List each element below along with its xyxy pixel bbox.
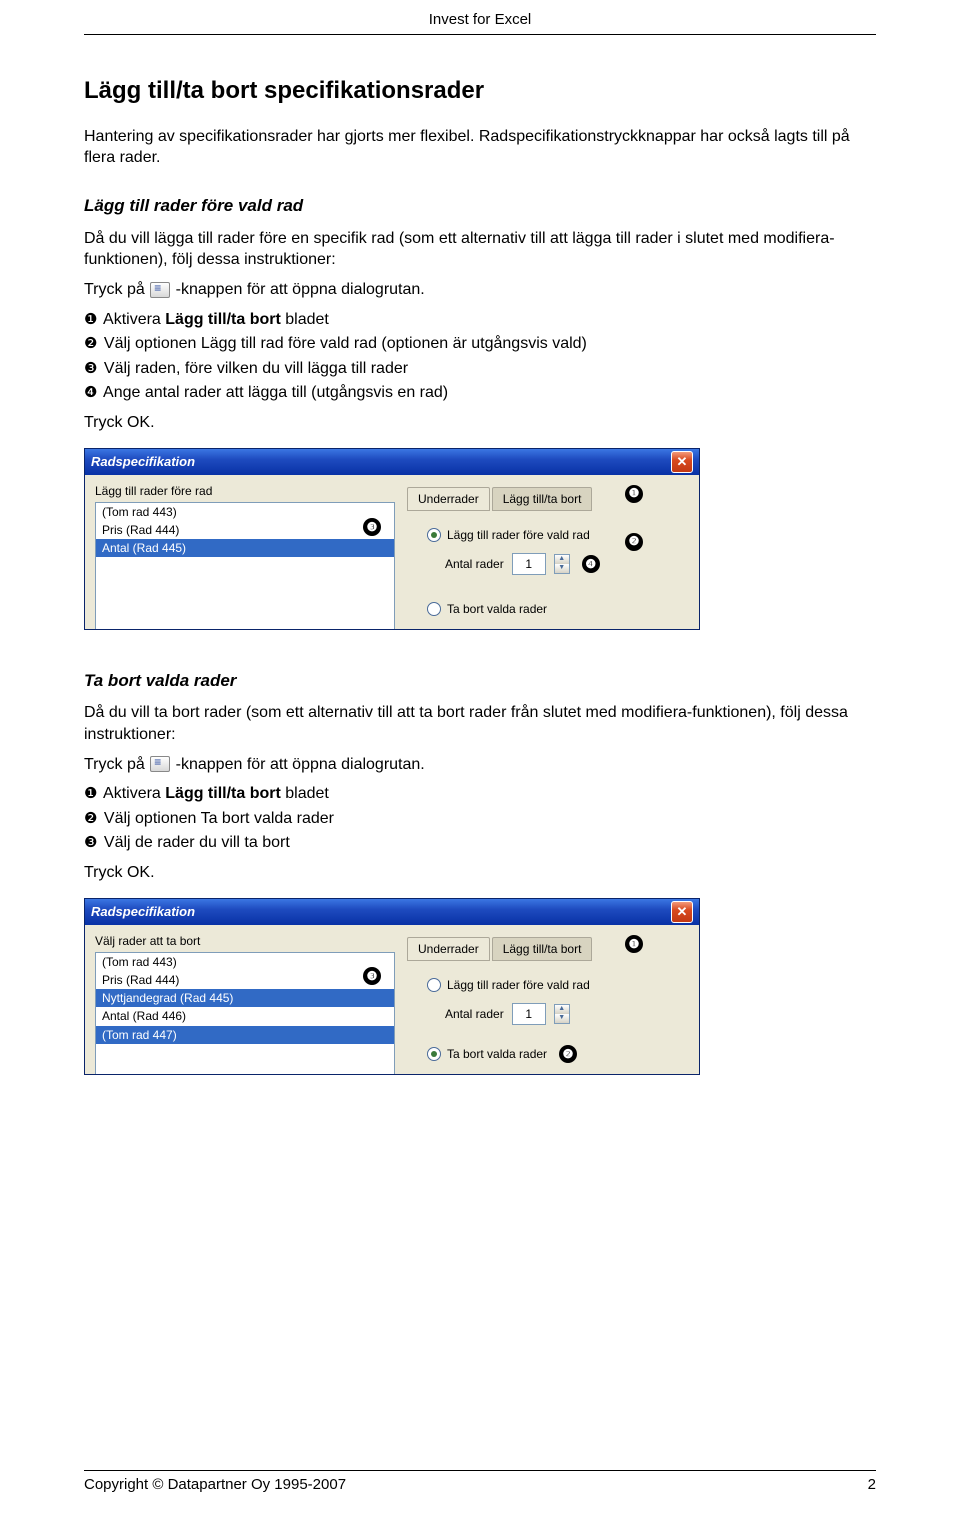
list-item[interactable]: Nyttjandegrad (Rad 445): [96, 989, 394, 1007]
radio-add-before[interactable]: Lägg till rader före vald rad: [427, 977, 689, 993]
step-3-text: Välj raden, före vilken du vill lägga ti…: [104, 360, 408, 377]
callout-2: ❷: [625, 533, 643, 551]
section1-para: Då du vill lägga till rader före en spec…: [84, 228, 876, 271]
close-icon[interactable]: ✕: [671, 451, 693, 473]
bullet-1: ❶: [84, 310, 97, 330]
page-footer: Copyright © Datapartner Oy 1995-2007 2: [84, 1470, 876, 1495]
step-4: ❹ Ange antal rader att lägga till (utgån…: [84, 382, 876, 404]
radio-add-label: Lägg till rader före vald rad: [447, 527, 590, 543]
list-icon: [150, 756, 170, 772]
tab-underrader[interactable]: Underrader: [407, 487, 490, 511]
tab-lagg-till[interactable]: Lägg till/ta bort: [492, 487, 593, 511]
header-rule: [84, 34, 876, 35]
callout-4: ❹: [582, 555, 600, 573]
radio-delete[interactable]: Ta bort valda rader ❷: [427, 1045, 689, 1063]
step-1: ❶ Aktivera Lägg till/ta bort bladet: [84, 783, 876, 805]
list-item[interactable]: (Tom rad 443): [96, 953, 394, 971]
rows-listbox[interactable]: (Tom rad 443) Pris (Rad 444) Nyttjandegr…: [95, 952, 395, 1075]
page-number: 2: [868, 1475, 876, 1495]
step-3-text: Välj de rader du vill ta bort: [104, 834, 290, 851]
section2-press-line: Tryck på -knappen för att öppna dialogru…: [84, 754, 876, 776]
radio-delete-label: Ta bort valda rader: [447, 1046, 547, 1062]
radio-add-before[interactable]: Lägg till rader före vald rad: [427, 527, 689, 543]
radio-dot-icon: [427, 1047, 441, 1061]
spinner-buttons[interactable]: ▲▼: [554, 1004, 570, 1024]
step-1-bold: Lägg till/ta bort: [165, 785, 281, 802]
list-icon: [150, 282, 170, 298]
antal-label: Antal rader: [445, 1006, 504, 1022]
list-item[interactable]: (Tom rad 447): [96, 1026, 394, 1044]
tab-lagg-till[interactable]: Lägg till/ta bort: [492, 937, 593, 961]
step-4-text: Ange antal rader att lägga till (utgångs…: [103, 384, 448, 401]
press-prefix: Tryck på: [84, 281, 149, 298]
callout-3: ❸: [363, 967, 381, 985]
dialog-radspec-2: Radspecifikation ✕ Välj rader att ta bor…: [84, 898, 700, 1075]
callout-1: ❶: [625, 485, 643, 503]
section2-para: Då du vill ta bort rader (som ett altern…: [84, 702, 876, 745]
step-1b: bladet: [281, 785, 329, 802]
bullet-2: ❷: [84, 334, 97, 354]
callout-3: ❸: [363, 518, 381, 536]
callout-1: ❶: [625, 935, 643, 953]
rows-listbox[interactable]: (Tom rad 443) Pris (Rad 444) Antal (Rad …: [95, 502, 395, 630]
bullet-2: ❷: [84, 809, 97, 829]
dialog-title: Radspecifikation: [91, 453, 195, 471]
list-item[interactable]: Antal (Rad 445): [96, 539, 394, 557]
step-1: ❶ Aktivera Lägg till/ta bort bladet: [84, 309, 876, 331]
antal-input[interactable]: 1: [512, 553, 546, 575]
list-item[interactable]: Pris (Rad 444): [96, 971, 394, 989]
dialog-radspec-1: Radspecifikation ✕ Lägg till rader före …: [84, 448, 700, 630]
section1-press-line: Tryck på -knappen för att öppna dialogru…: [84, 279, 876, 301]
listbox-label: Lägg till rader före rad: [95, 483, 395, 499]
radio-add-label: Lägg till rader före vald rad: [447, 977, 590, 993]
section1-ok: Tryck OK.: [84, 412, 876, 434]
bullet-3: ❸: [84, 833, 97, 853]
bullet-3: ❸: [84, 359, 97, 379]
press-prefix: Tryck på: [84, 756, 149, 773]
radio-delete[interactable]: Ta bort valda rader: [427, 601, 689, 617]
spinner-buttons[interactable]: ▲▼: [554, 554, 570, 574]
antal-label: Antal rader: [445, 556, 504, 572]
list-item[interactable]: Pris (Rad 444): [96, 521, 394, 539]
callout-2: ❷: [559, 1045, 577, 1063]
dialog-titlebar[interactable]: Radspecifikation ✕: [85, 449, 699, 475]
intro-paragraph: Hantering av specifikationsrader har gjo…: [84, 126, 876, 169]
step-2-text: Välj optionen Lägg till rad före vald ra…: [104, 335, 587, 352]
step-1a: Aktivera: [103, 311, 165, 328]
radio-delete-label: Ta bort valda rader: [447, 601, 547, 617]
list-item[interactable]: Antal (Rad 446): [96, 1007, 394, 1025]
antal-input[interactable]: 1: [512, 1003, 546, 1025]
step-3: ❸ Välj raden, före vilken du vill lägga …: [84, 358, 876, 380]
step-2: ❷ Välj optionen Ta bort valda rader: [84, 808, 876, 830]
copyright: Copyright © Datapartner Oy 1995-2007: [84, 1475, 346, 1495]
step-1a: Aktivera: [103, 785, 165, 802]
step-3: ❸ Välj de rader du vill ta bort: [84, 832, 876, 854]
section1-heading: Lägg till rader före vald rad: [84, 195, 876, 218]
radio-dot-icon: [427, 528, 441, 542]
bullet-4: ❹: [84, 383, 97, 403]
section2-ok: Tryck OK.: [84, 862, 876, 884]
dialog-title: Radspecifikation: [91, 903, 195, 921]
step-2: ❷ Välj optionen Lägg till rad före vald …: [84, 333, 876, 355]
section2-heading: Ta bort valda rader: [84, 670, 876, 693]
bullet-1: ❶: [84, 784, 97, 804]
step-1b: bladet: [281, 311, 329, 328]
radio-dot-icon: [427, 602, 441, 616]
close-icon[interactable]: ✕: [671, 901, 693, 923]
radio-dot-icon: [427, 978, 441, 992]
press-suffix: -knappen för att öppna dialogrutan.: [176, 281, 425, 298]
listbox-label: Välj rader att ta bort: [95, 933, 395, 949]
step-1-bold: Lägg till/ta bort: [165, 311, 281, 328]
tab-underrader[interactable]: Underrader: [407, 937, 490, 961]
step-2-text: Välj optionen Ta bort valda rader: [104, 810, 334, 827]
footer-rule: [84, 1470, 876, 1471]
dialog-titlebar[interactable]: Radspecifikation ✕: [85, 899, 699, 925]
doc-header: Invest for Excel: [84, 0, 876, 34]
list-item[interactable]: (Tom rad 443): [96, 503, 394, 521]
page-title: Lägg till/ta bort specifikationsrader: [84, 75, 876, 107]
press-suffix: -knappen för att öppna dialogrutan.: [176, 756, 425, 773]
